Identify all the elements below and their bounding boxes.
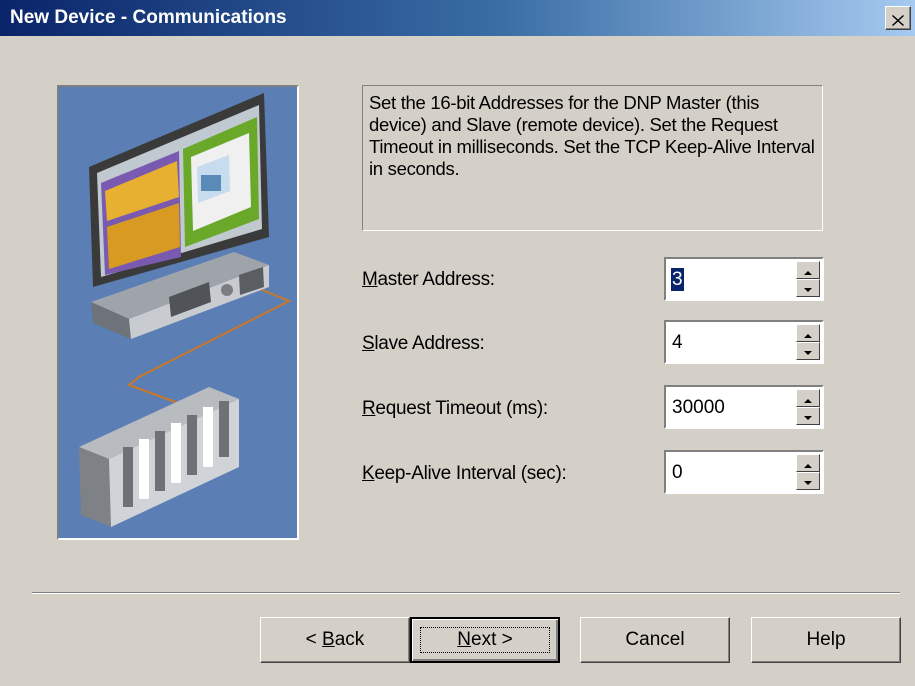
spin-up-arrow-icon bbox=[804, 399, 812, 403]
keep-alive-interval-up-button[interactable] bbox=[796, 454, 820, 472]
master-address-label: Master Address: bbox=[362, 269, 495, 290]
computer-plc-illustration bbox=[59, 87, 297, 538]
spin-down-arrow-icon bbox=[804, 351, 812, 355]
request-timeout-up-button[interactable] bbox=[796, 389, 820, 407]
master-address-down-button[interactable] bbox=[796, 279, 820, 297]
master-address-selected-value: 3 bbox=[671, 268, 684, 291]
keep-alive-interval-input[interactable] bbox=[670, 460, 782, 486]
request-timeout-label: Request Timeout (ms): bbox=[362, 398, 548, 419]
keep-alive-interval-label: Keep-Alive Interval (sec): bbox=[362, 463, 567, 484]
keep-alive-interval-down-button[interactable] bbox=[796, 472, 820, 490]
spin-down-arrow-icon bbox=[804, 416, 812, 420]
request-timeout-spinner[interactable] bbox=[664, 385, 824, 429]
slave-address-up-button[interactable] bbox=[796, 324, 820, 342]
keep-alive-interval-spinner[interactable] bbox=[664, 450, 824, 494]
title-bar[interactable]: New Device - Communications bbox=[0, 0, 915, 36]
spin-up-arrow-icon bbox=[804, 464, 812, 468]
spin-up-arrow-icon bbox=[804, 271, 812, 275]
instructions-text: Set the 16-bit Addresses for the DNP Mas… bbox=[362, 85, 823, 231]
master-address-input[interactable] bbox=[670, 267, 782, 293]
button-separator bbox=[32, 592, 900, 594]
help-button[interactable]: Help bbox=[751, 617, 901, 663]
spin-down-arrow-icon bbox=[804, 481, 812, 485]
cancel-button[interactable]: Cancel bbox=[580, 617, 730, 663]
back-button-label: < Back bbox=[305, 629, 365, 650]
request-timeout-input[interactable] bbox=[670, 395, 782, 421]
dialog-window: New Device - Communications Set the 16-b… bbox=[0, 0, 915, 686]
back-button[interactable]: < Back bbox=[260, 617, 410, 663]
master-address-spinner[interactable]: 3 bbox=[664, 257, 824, 301]
slave-address-spinner[interactable] bbox=[664, 320, 824, 364]
spin-down-arrow-icon bbox=[804, 288, 812, 292]
next-button-label: Next > bbox=[457, 629, 513, 650]
close-button[interactable] bbox=[885, 6, 911, 30]
slave-address-label: Slave Address: bbox=[362, 333, 485, 354]
device-illustration bbox=[57, 85, 299, 540]
window-title: New Device - Communications bbox=[10, 7, 287, 28]
slave-address-input[interactable] bbox=[670, 330, 782, 356]
next-button[interactable]: Next > bbox=[410, 617, 560, 663]
spin-up-arrow-icon bbox=[804, 334, 812, 338]
cancel-button-label: Cancel bbox=[625, 629, 685, 650]
master-address-up-button[interactable] bbox=[796, 261, 820, 279]
close-icon bbox=[892, 14, 904, 26]
help-button-label: Help bbox=[806, 629, 846, 650]
slave-address-down-button[interactable] bbox=[796, 342, 820, 360]
request-timeout-down-button[interactable] bbox=[796, 407, 820, 425]
